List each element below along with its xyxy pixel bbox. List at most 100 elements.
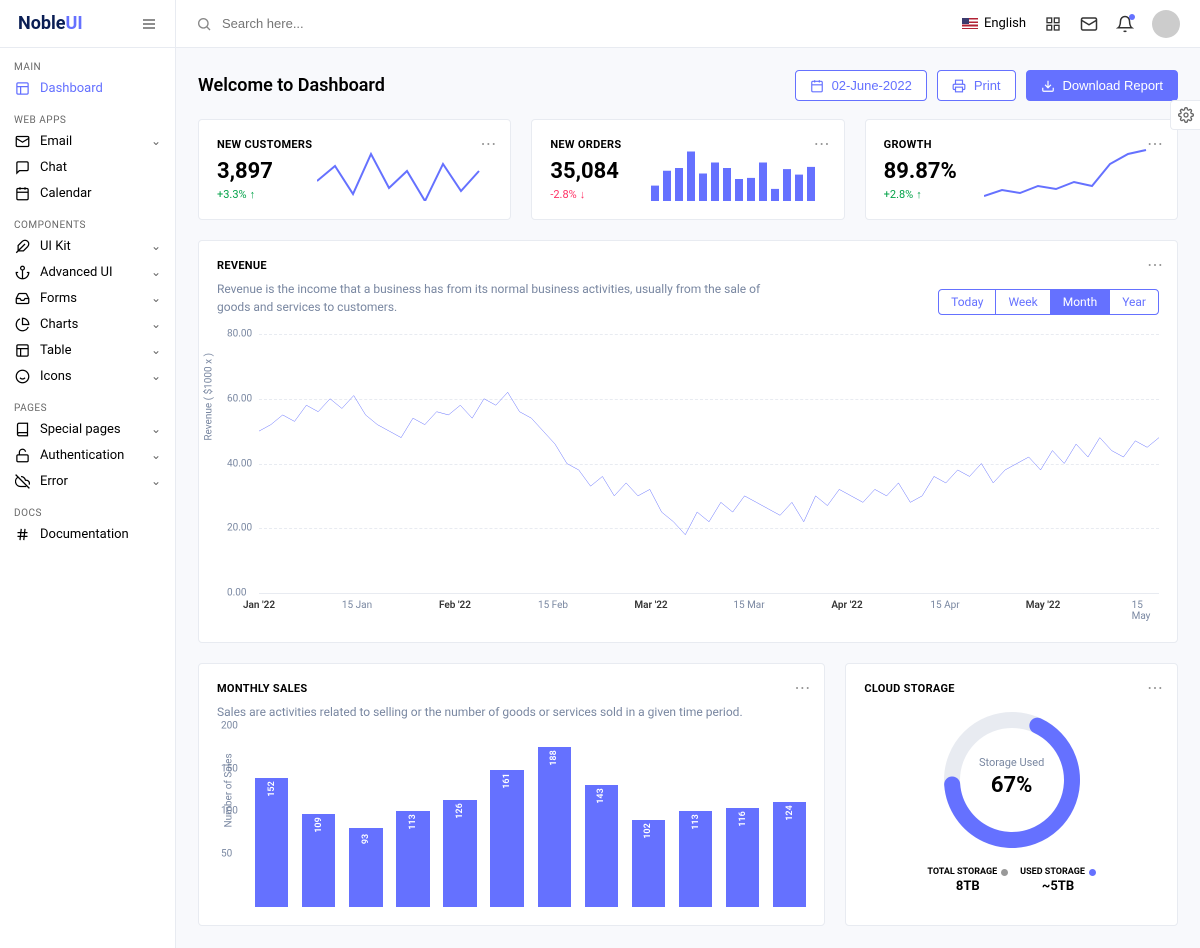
nav-item-charts[interactable]: Charts ⌄ <box>0 311 175 337</box>
search-input[interactable] <box>222 16 422 31</box>
revenue-y-label: Revenue ( $1000 x ) <box>204 353 215 441</box>
nav-section-header: COMPONENTS <box>0 206 175 233</box>
nav-item-error[interactable]: Error⌄ <box>0 468 175 494</box>
brand[interactable]: NobleUI <box>18 13 83 34</box>
storage-donut: Storage Used 67% <box>937 705 1087 855</box>
grid-line <box>259 593 1159 594</box>
y-tick: 100 <box>221 806 238 817</box>
legend-value: ~5TB <box>1042 879 1074 894</box>
search <box>196 16 422 32</box>
card-menu-icon[interactable]: ⋯ <box>1147 255 1163 274</box>
nav-item-label: Charts <box>40 317 78 332</box>
bar-value: 113 <box>408 814 418 829</box>
bar: 188 <box>538 747 571 907</box>
chevron-down-icon: ⌄ <box>151 265 161 279</box>
x-tick: Mar '22 <box>634 600 667 611</box>
bar-value: 109 <box>314 818 324 833</box>
revenue-chart: Revenue ( $1000 x ) 0.0020.0040.0060.008… <box>217 334 1159 624</box>
layout-icon <box>14 80 30 96</box>
nav-item-ui-kit[interactable]: UI Kit⌄ <box>0 233 175 259</box>
bell-icon[interactable] <box>1116 15 1134 33</box>
date-picker-button[interactable]: 02-June-2022 <box>795 70 927 101</box>
tab-month[interactable]: Month <box>1051 290 1110 314</box>
language-selector[interactable]: English <box>962 16 1026 31</box>
chevron-down-icon: ⌄ <box>151 448 161 462</box>
hash-icon <box>14 526 30 542</box>
nav-item-table[interactable]: Table ⌄ <box>0 337 175 363</box>
monthly-sales-card: MONTHLY SALES ⋯ Sales are activities rel… <box>198 663 825 926</box>
bar-value: 161 <box>502 773 512 788</box>
nav-item-calendar[interactable]: Calendar <box>0 180 175 206</box>
y-tick: 0.00 <box>227 588 247 599</box>
nav-item-label: Table <box>40 343 71 358</box>
nav-item-label: Icons <box>40 369 72 384</box>
bar-value: 188 <box>549 750 559 765</box>
nav-item-documentation[interactable]: Documentation <box>0 521 175 547</box>
tab-today[interactable]: Today <box>939 290 996 314</box>
nav-item-label: Calendar <box>40 186 92 201</box>
download-report-button[interactable]: Download Report <box>1026 70 1178 101</box>
stat-card: NEW ORDERS⋯35,084-2.8%↓ <box>531 119 844 220</box>
download-icon <box>1041 79 1055 93</box>
y-tick: 20.00 <box>227 523 252 534</box>
avatar[interactable] <box>1152 10 1180 38</box>
nav-item-special-pages[interactable]: Special pages⌄ <box>0 416 175 442</box>
topbar-right: English <box>962 10 1180 38</box>
card-menu-icon[interactable]: ⋯ <box>794 678 810 697</box>
x-tick: 15 Jan <box>342 600 372 611</box>
nav-item-advanced-ui[interactable]: Advanced UI ⌄ <box>0 259 175 285</box>
page-header: Welcome to Dashboard 02-June-2022 Print … <box>198 70 1178 101</box>
card-menu-icon[interactable]: ⋯ <box>1147 678 1163 697</box>
nav-item-chat[interactable]: Chat <box>0 154 175 180</box>
nav-item-label: Advanced UI <box>40 265 112 280</box>
book-icon <box>14 421 30 437</box>
header-actions: 02-June-2022 Print Download Report <box>795 70 1178 101</box>
nav-section-header: DOCS <box>0 494 175 521</box>
legend-value: 8TB <box>956 879 980 894</box>
x-tick: 15 May <box>1132 600 1151 622</box>
bar-value: 102 <box>643 824 653 839</box>
nav-item-label: Email <box>40 134 72 149</box>
nav-item-dashboard[interactable]: Dashboard <box>0 75 175 101</box>
cloud-title: CLOUD STORAGE <box>864 682 1159 695</box>
chevron-down-icon: ⌄ <box>151 369 161 383</box>
bar-value: 143 <box>596 789 606 804</box>
storage-legend: TOTAL STORAGE8TBUSED STORAGE~5TB <box>927 867 1096 894</box>
bar: 102 <box>632 820 665 907</box>
hamburger-icon[interactable] <box>141 16 157 32</box>
anchor-icon <box>14 264 30 280</box>
tab-week[interactable]: Week <box>996 290 1050 314</box>
x-tick: May '22 <box>1026 600 1061 611</box>
tab-year[interactable]: Year <box>1110 290 1158 314</box>
settings-gear-icon[interactable] <box>1170 100 1200 130</box>
cloud-off-icon <box>14 473 30 489</box>
y-tick: 200 <box>221 721 238 732</box>
nav-item-authentication[interactable]: Authentication⌄ <box>0 442 175 468</box>
x-tick: Apr '22 <box>831 600 862 611</box>
printer-icon <box>952 79 966 93</box>
mail-icon[interactable] <box>1080 15 1098 33</box>
bar: 109 <box>302 814 335 907</box>
bar-value: 124 <box>785 805 795 820</box>
sidebar: NobleUI MAINDashboardWEB APPSEmail⌄ChatC… <box>0 0 176 948</box>
nav-item-icons[interactable]: Icons ⌄ <box>0 363 175 389</box>
bar: 124 <box>773 802 806 907</box>
unlock-icon <box>14 447 30 463</box>
nav-item-email[interactable]: Email⌄ <box>0 128 175 154</box>
bar: 116 <box>726 808 759 907</box>
sparkline <box>651 146 826 201</box>
stat-card: NEW CUSTOMERS⋯3,897+3.3%↑ <box>198 119 511 220</box>
cloud-storage-card: CLOUD STORAGE ⋯ Storage Used 67% <box>845 663 1178 926</box>
legend-label: USED STORAGE <box>1020 867 1085 877</box>
nav-item-label: UI Kit <box>40 239 71 254</box>
y-tick: 50 <box>221 848 232 859</box>
x-tick: 15 Apr <box>930 600 959 611</box>
chevron-down-icon: ⌄ <box>151 343 161 357</box>
print-button[interactable]: Print <box>937 70 1016 101</box>
bar: 93 <box>349 828 382 907</box>
nav-item-forms[interactable]: Forms⌄ <box>0 285 175 311</box>
smile-icon <box>14 368 30 384</box>
chevron-down-icon: ⌄ <box>151 317 161 331</box>
apps-icon[interactable] <box>1044 15 1062 33</box>
revenue-tabs: TodayWeekMonthYear <box>938 289 1159 315</box>
